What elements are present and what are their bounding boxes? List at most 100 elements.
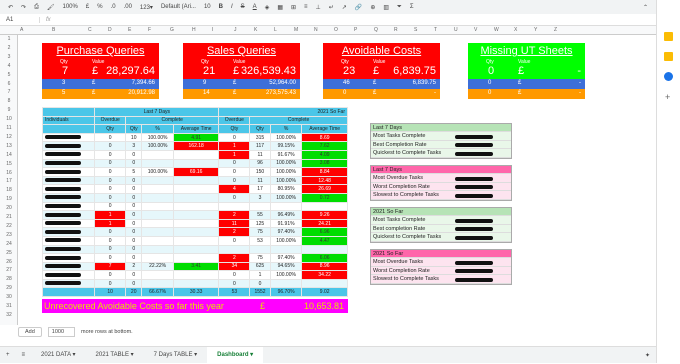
zoom-select[interactable]: 100% [61,4,80,10]
table-cell[interactable]: 100.00% [269,175,303,186]
table-cell[interactable]: 100.00% [269,132,303,143]
table-cell[interactable]: 117 [249,141,271,151]
table-cell[interactable] [141,253,174,263]
table-cell[interactable]: 0 [94,192,127,203]
table-cell[interactable] [172,227,220,237]
comment-icon[interactable]: ⊕ [368,4,377,11]
row-header[interactable]: 23 [0,232,18,238]
table-cell[interactable]: 0 [125,149,143,160]
column-header[interactable]: R [394,27,398,33]
table-cell[interactable]: 0 [218,167,251,177]
add-sheet-icon[interactable]: + [0,347,16,364]
table-cell[interactable] [172,244,220,255]
table-cell[interactable]: 625 [249,261,271,272]
table-cell[interactable]: 0 [125,244,143,255]
undo-icon[interactable]: ↶ [6,4,15,11]
table-cell[interactable]: 100.00% [269,270,303,280]
column-header[interactable]: F [148,27,151,33]
table-cell[interactable]: 0 [125,184,143,194]
table-cell[interactable]: 0.72 [301,192,348,203]
table-cell[interactable]: 0 [94,235,127,246]
table-cell[interactable]: 91.67% [269,149,303,160]
table-cell[interactable] [141,227,174,237]
table-cell[interactable]: 2 [218,253,251,263]
table-cell[interactable]: 26.69 [301,184,348,194]
table-cell[interactable]: 0 [125,158,143,169]
table-cell[interactable]: 8.84 [301,167,348,177]
table-cell[interactable]: 22.22% [141,261,174,272]
column-header[interactable]: O [334,27,338,33]
row-header[interactable]: 6 [0,81,18,87]
row-header[interactable]: 26 [0,259,18,265]
table-cell[interactable]: 100.00% [141,132,174,143]
table-cell[interactable] [141,210,174,220]
add-addon-icon[interactable]: + [665,92,670,102]
table-cell[interactable]: 3 [249,192,271,203]
table-cell[interactable]: 0 [218,270,251,280]
table-cell[interactable]: 0 [125,201,143,212]
table-cell[interactable]: 3.41 [172,261,220,272]
table-cell[interactable]: 0 [94,227,127,237]
row-header[interactable]: 27 [0,267,18,273]
table-cell[interactable] [172,218,220,229]
tab-dashboard[interactable]: Dashboard ▾ [207,346,264,364]
column-header[interactable]: N [314,27,318,33]
column-header[interactable]: E [128,27,131,33]
chart-icon[interactable]: ▥ [381,4,391,11]
currency-button[interactable]: £ [84,4,91,10]
table-cell[interactable]: 2 [218,210,251,220]
row-header[interactable]: 9 [0,107,18,113]
tab-7-days-table[interactable]: 7 Days TABLE ▾ [144,347,207,364]
table-cell[interactable]: 34 [218,261,251,272]
table-cell[interactable] [172,235,220,246]
table-cell[interactable]: 12.48 [301,175,348,186]
table-cell[interactable]: 0 [125,270,143,280]
row-header[interactable]: 2 [0,45,18,51]
table-cell[interactable] [172,149,220,160]
fill-color-icon[interactable]: ◈ [263,4,272,11]
column-header[interactable]: V [474,27,477,33]
column-header[interactable]: X [514,27,517,33]
tab-2021-data[interactable]: 2021 DATA ▾ [31,347,85,364]
table-cell[interactable]: 5 [125,167,143,177]
table-cell[interactable]: 94.65% [269,261,303,272]
table-cell[interactable]: 17 [249,184,271,194]
row-header[interactable]: 12 [0,134,18,140]
name-box[interactable]: A1 [0,16,40,23]
table-cell[interactable]: 0 [94,132,127,143]
all-sheets-icon[interactable]: ≡ [16,347,32,364]
table-cell[interactable]: 0 [125,253,143,263]
table-cell[interactable]: 100.00% [141,167,174,177]
column-header[interactable]: Y [534,27,537,33]
table-cell[interactable]: 96.49% [269,210,303,220]
table-cell[interactable] [172,158,220,169]
table-cell[interactable]: 0 [94,175,127,186]
table-cell[interactable] [301,278,348,289]
percent-button[interactable]: % [95,4,104,10]
rotate-icon[interactable]: ↗ [340,4,349,11]
table-cell[interactable]: 4 [218,184,251,194]
print-icon[interactable]: ⎙ [32,4,41,11]
table-cell[interactable]: 2 [125,261,143,272]
table-cell[interactable]: 4.91 [172,132,220,143]
column-header[interactable]: J [234,27,237,33]
table-cell[interactable]: 0 [94,158,127,169]
row-header[interactable]: 29 [0,285,18,291]
column-header[interactable]: H [192,27,196,33]
rows-count-input[interactable]: 1000 [47,327,76,337]
table-cell[interactable]: 6.06 [301,253,348,263]
table-cell[interactable] [141,158,174,169]
column-header[interactable]: W [494,27,499,33]
row-header[interactable]: 32 [0,312,18,318]
table-cell[interactable]: 97.40% [269,253,303,263]
table-cell[interactable]: 315 [249,132,271,143]
font-size-select[interactable]: 10 [202,4,213,10]
table-cell[interactable]: 34.22 [301,270,348,280]
table-cell[interactable]: 100.00% [269,167,303,177]
borders-icon[interactable]: ▦ [275,4,285,11]
row-header[interactable]: 17 [0,178,18,184]
table-cell[interactable] [269,201,303,212]
table-cell[interactable]: 0 [94,167,127,177]
row-header[interactable]: 20 [0,205,18,211]
table-cell[interactable]: 0 [94,201,127,212]
